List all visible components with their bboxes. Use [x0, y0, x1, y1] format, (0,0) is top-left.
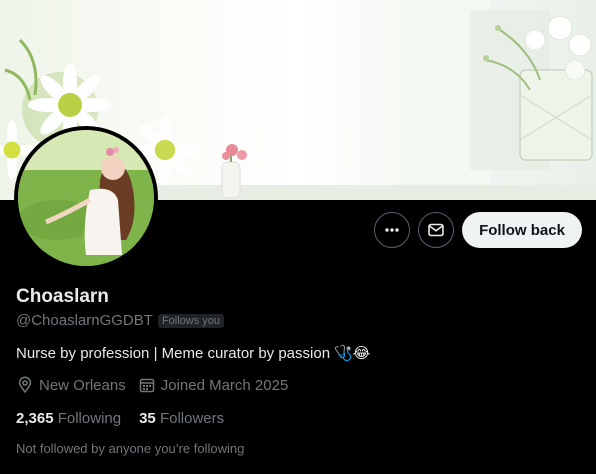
following-link[interactable]: 2,365 Following	[16, 410, 121, 427]
bio-text: Nurse by profession | Meme curator by pa…	[16, 344, 331, 362]
followers-count: 35	[139, 410, 156, 427]
location-item: New Orleans	[16, 376, 126, 394]
display-name: Choaslarn	[16, 286, 109, 307]
more-icon	[385, 228, 399, 232]
more-button[interactable]	[374, 212, 410, 248]
joined-item: Joined March 2025	[138, 376, 289, 394]
location-text: New Orleans	[39, 376, 126, 394]
avatar[interactable]	[14, 126, 158, 270]
calendar-icon	[139, 378, 154, 393]
bio-emojis: 🩺😂	[334, 345, 371, 362]
following-label: Following	[57, 410, 122, 427]
joined-text: Joined March 2025	[160, 376, 289, 394]
handle-row: @ChoaslarnGGDBT Follows you	[16, 312, 225, 329]
location-pin-icon	[18, 376, 32, 394]
followers-link[interactable]: 35 Followers	[139, 410, 224, 427]
following-count: 2,365	[16, 410, 54, 427]
follows-you-badge: Follows you	[157, 313, 225, 328]
follow-back-button[interactable]: Follow back	[462, 212, 582, 248]
avatar-image	[18, 130, 154, 266]
message-button[interactable]	[418, 212, 454, 248]
profile-meta: New Orleans Joined March 2025	[16, 376, 300, 394]
followers-label: Followers	[159, 410, 225, 427]
mutual-followers-note: Not followed by anyone you’re following	[16, 441, 245, 456]
follow-stats: 2,365 Following 35 Followers	[16, 410, 242, 427]
envelope-icon	[428, 223, 444, 237]
user-handle: @ChoaslarnGGDBT	[16, 312, 153, 329]
profile-bio: Nurse by profession | Meme curator by pa…	[16, 344, 371, 363]
